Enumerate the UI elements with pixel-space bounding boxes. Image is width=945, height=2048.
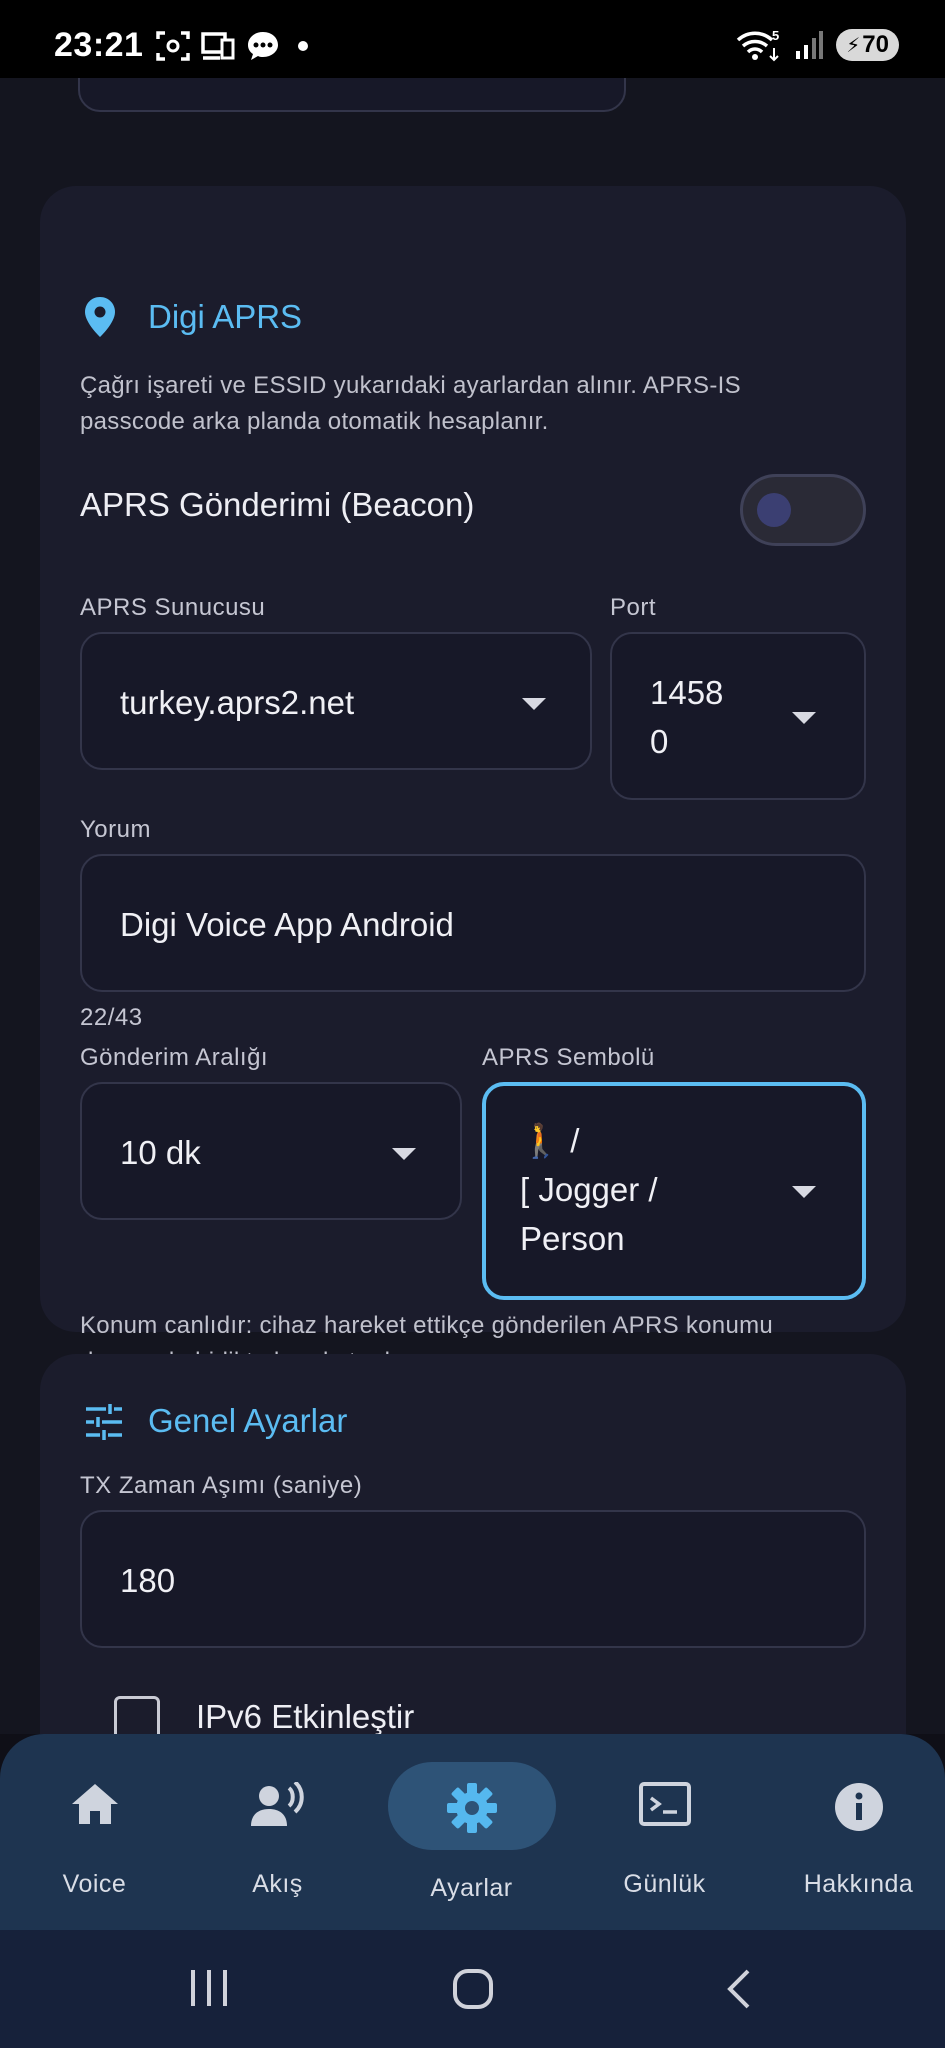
tx-timeout-input[interactable]: 180	[80, 1510, 866, 1648]
wifi-icon: 5	[737, 28, 779, 62]
beacon-toggle[interactable]	[740, 474, 866, 546]
symbol-value: 🚶 / [ Jogger / Person	[520, 1122, 658, 1257]
clock: 23:21	[54, 26, 144, 64]
section-title-general: Genel Ayarlar	[148, 1402, 348, 1439]
aprs-description: Çağrı işareti ve ESSID yukarıdaki ayarla…	[80, 372, 741, 435]
battery-icon: ⚡ 70	[836, 29, 899, 61]
status-bar: 23:21 5 ⚡ 70	[0, 0, 945, 78]
location-pin-icon	[85, 297, 115, 337]
notification-icons	[156, 30, 316, 62]
wifi-band: 5	[772, 28, 779, 43]
cast-icon	[201, 32, 235, 60]
comment-label: Yorum	[80, 816, 151, 843]
server-value: turkey.aprs2.net	[120, 684, 355, 721]
nav-gunluk[interactable]: Günlük	[570, 1734, 759, 1930]
comment-input[interactable]: Digi Voice App Android	[80, 854, 866, 992]
chevron-down-icon	[392, 1148, 416, 1160]
chevron-down-icon	[792, 1186, 816, 1198]
comment-counter: 22/43	[80, 1004, 143, 1031]
port-label: Port	[610, 594, 657, 621]
screenshot-icon	[156, 31, 190, 61]
recents-button[interactable]	[188, 1968, 230, 2008]
port-value: 1458 0	[650, 674, 724, 760]
interval-value: 10 dk	[120, 1134, 201, 1171]
tx-timeout-value: 180	[120, 1562, 176, 1599]
voice-stream-icon	[250, 1782, 304, 1826]
signal-icon	[796, 31, 824, 59]
nav-voice[interactable]: Voice	[0, 1734, 189, 1930]
previous-field[interactable]	[78, 78, 626, 112]
nav-hakkinda[interactable]: Hakkında	[764, 1734, 945, 1930]
battery-level: 70	[862, 31, 889, 58]
interval-label: Gönderim Aralığı	[80, 1044, 269, 1071]
toggle-thumb	[757, 493, 791, 527]
section-title-digi-aprs: Digi APRS	[148, 298, 303, 335]
nav-label-gunluk: Günlük	[623, 1870, 706, 1898]
ipv6-label: IPv6 Etkinleştir	[196, 1698, 415, 1734]
comment-value: Digi Voice App Android	[120, 906, 454, 943]
digi-aprs-card: Digi APRS Çağrı işareti ve ESSID yukarıd…	[40, 186, 906, 1375]
symbol-label: APRS Sembolü	[482, 1044, 655, 1071]
message-icon	[248, 32, 278, 60]
nav-label-voice: Voice	[62, 1870, 127, 1898]
nav-akis[interactable]: Akış	[183, 1734, 372, 1930]
home-button[interactable]	[452, 1968, 494, 2010]
interval-dropdown[interactable]: 10 dk	[80, 1082, 462, 1220]
gear-icon	[446, 1783, 497, 1833]
chevron-down-icon	[792, 712, 816, 724]
tx-timeout-label: TX Zaman Aşımı (saniye)	[80, 1472, 363, 1499]
bottom-navigation: Voice Akış Ayarlar Günlük Hakkında	[0, 1734, 945, 1930]
system-navigation-bar	[0, 1930, 945, 2048]
dot-icon	[298, 41, 308, 51]
terminal-icon	[638, 1782, 691, 1826]
tune-icon	[86, 1404, 122, 1440]
system-status-icons: 5 ⚡ 70	[734, 28, 899, 62]
settings-scroll-area[interactable]: Digi APRS Çağrı işareti ve ESSID yukarıd…	[0, 78, 945, 1734]
back-button[interactable]	[724, 1968, 754, 2010]
beacon-label: APRS Gönderimi (Beacon)	[80, 486, 475, 523]
aprs-symbol-dropdown[interactable]: 🚶 / [ Jogger / Person	[482, 1082, 866, 1300]
aprs-server-dropdown[interactable]: turkey.aprs2.net	[80, 632, 592, 770]
nav-ayarlar[interactable]: Ayarlar	[377, 1734, 566, 1930]
nav-label-ayarlar: Ayarlar	[430, 1874, 513, 1902]
general-settings-card: Genel Ayarlar TX Zaman Aşımı (saniye) 18…	[40, 1354, 906, 1734]
nav-label-hakkinda: Hakkında	[803, 1870, 914, 1898]
server-label: APRS Sunucusu	[80, 594, 266, 621]
ipv6-checkbox[interactable]	[114, 1696, 160, 1734]
home-icon	[71, 1784, 118, 1824]
chevron-down-icon	[522, 698, 546, 710]
info-icon	[834, 1783, 883, 1831]
port-dropdown[interactable]: 1458 0	[610, 632, 866, 800]
nav-label-akis: Akış	[252, 1870, 303, 1898]
